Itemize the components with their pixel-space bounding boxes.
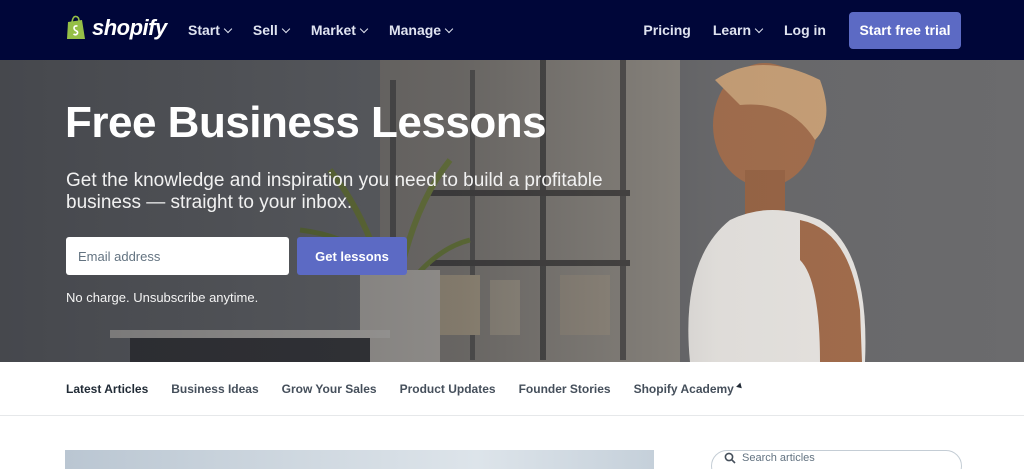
featured-article-image[interactable] — [65, 450, 654, 469]
tab-latest-articles[interactable]: Latest Articles — [66, 382, 148, 396]
chevron-down-icon — [754, 24, 764, 33]
chevron-down-icon — [359, 24, 369, 33]
tab-founder-stories[interactable]: Founder Stories — [519, 382, 611, 396]
shopify-bag-icon — [67, 15, 85, 39]
blog-category-nav: Latest Articles Business Ideas Grow Your… — [0, 362, 1024, 416]
account-menu: Pricing Learn Log in Start free trial — [643, 0, 961, 60]
shopify-logo[interactable]: shopify — [66, 15, 167, 41]
top-navigation-bar: shopify Start Sell Market Manage Pricing… — [0, 0, 1024, 60]
hero-subtitle: Get the knowledge and inspiration you ne… — [66, 170, 603, 213]
hero-banner: Free Business Lessons Get the knowledge … — [0, 60, 1024, 362]
main-menu: Start Sell Market Manage — [188, 0, 454, 60]
article-search[interactable] — [711, 450, 962, 469]
nav-sell-label: Sell — [252, 22, 278, 38]
nav-market[interactable]: Market — [310, 22, 369, 38]
hero-title: Free Business Lessons — [65, 98, 547, 147]
start-free-trial-button[interactable]: Start free trial — [849, 11, 961, 49]
chevron-down-icon — [444, 24, 454, 33]
search-input[interactable] — [742, 452, 942, 464]
nav-learn-label: Learn — [712, 22, 751, 38]
tab-business-ideas[interactable]: Business Ideas — [171, 382, 258, 396]
hero-note: No charge. Unsubscribe anytime. — [66, 290, 259, 305]
nav-start-label: Start — [188, 22, 220, 38]
nav-login[interactable]: Log in — [784, 22, 826, 38]
nav-sell[interactable]: Sell — [252, 22, 291, 38]
email-input[interactable] — [66, 237, 289, 275]
chevron-down-icon — [223, 24, 233, 33]
search-icon — [724, 452, 736, 464]
nav-pricing[interactable]: Pricing — [643, 22, 690, 38]
shopify-wordmark: shopify — [92, 15, 167, 40]
nav-manage-label: Manage — [388, 22, 442, 38]
tab-grow-your-sales[interactable]: Grow Your Sales — [282, 382, 377, 396]
tab-product-updates[interactable]: Product Updates — [400, 382, 496, 396]
tab-shopify-academy[interactable]: Shopify Academy — [633, 382, 744, 396]
nav-manage[interactable]: Manage — [388, 22, 454, 38]
nav-learn[interactable]: Learn — [712, 22, 764, 38]
chevron-down-icon — [281, 24, 291, 33]
nav-start[interactable]: Start — [188, 22, 233, 38]
nav-market-label: Market — [310, 22, 356, 38]
external-link-icon — [735, 382, 744, 391]
get-lessons-button[interactable]: Get lessons — [297, 237, 407, 275]
tab-shopify-academy-label: Shopify Academy — [633, 382, 734, 396]
